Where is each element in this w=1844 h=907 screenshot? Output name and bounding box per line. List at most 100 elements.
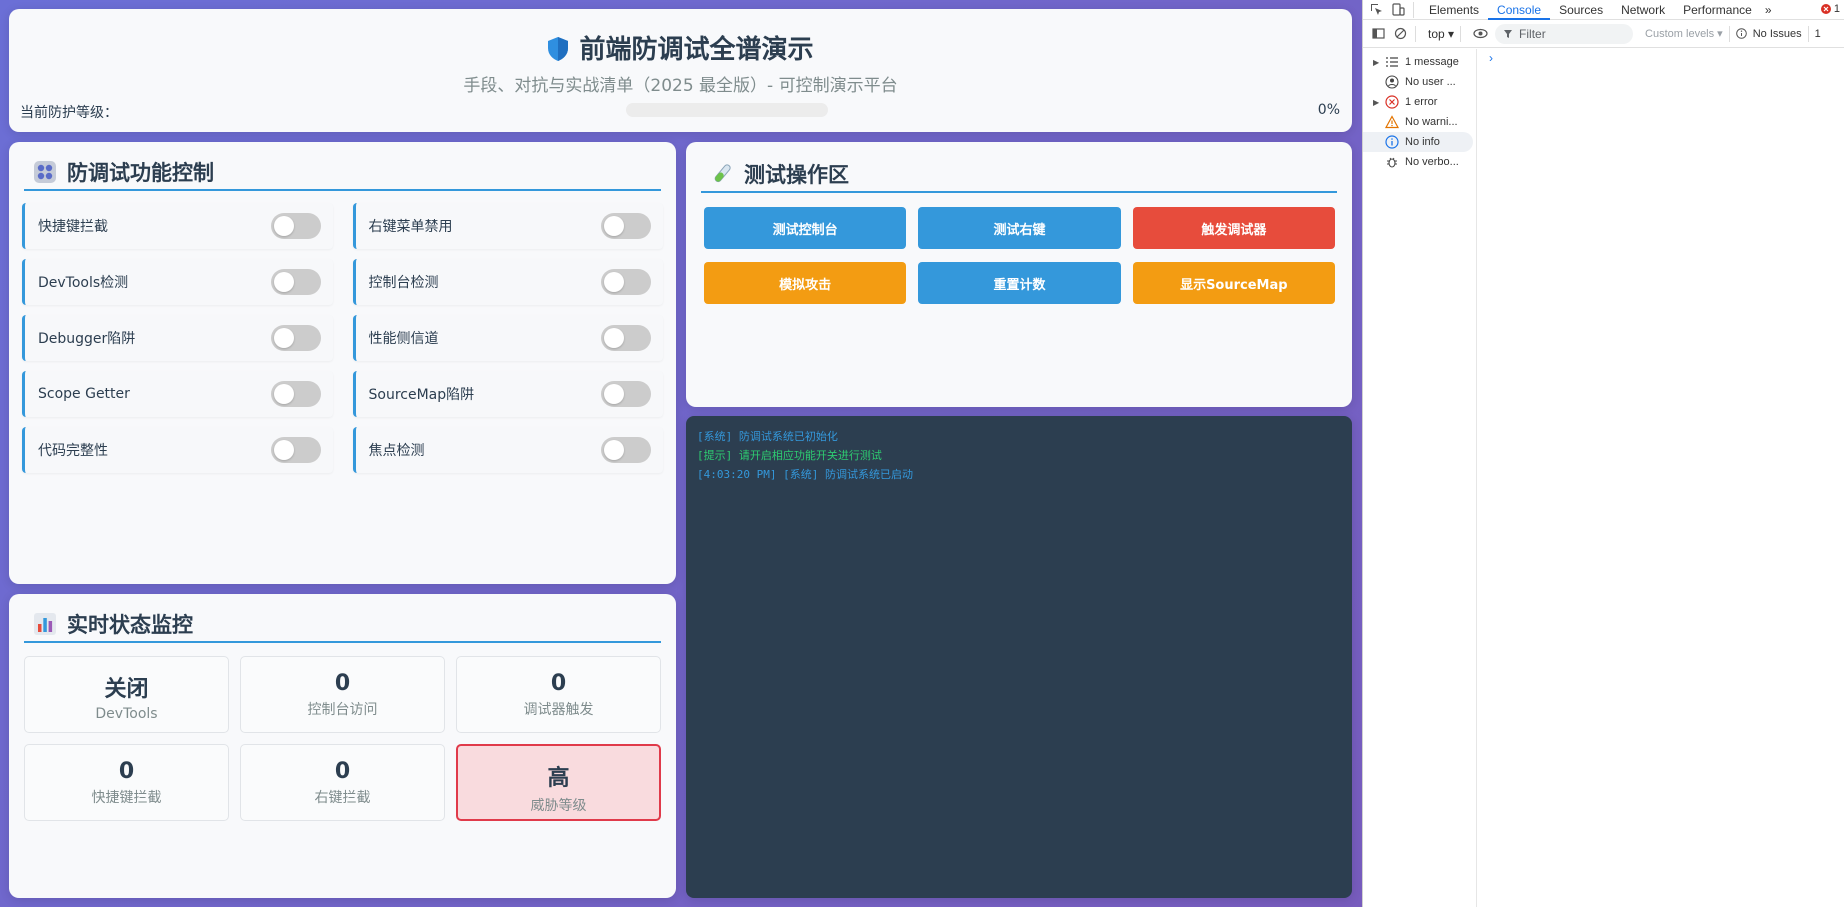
sidebar-item-label: 1 message bbox=[1405, 56, 1459, 68]
code-integrity-switch[interactable] bbox=[270, 437, 321, 463]
monitor-card: 实时状态监控 关闭 DevTools 0 控制台访问 0 调试器触发 0 快捷键拦截 0… bbox=[9, 594, 676, 898]
filter-placeholder: Filter bbox=[1519, 26, 1546, 41]
sidebar-item-label: 1 error bbox=[1405, 96, 1438, 108]
trigger-debugger-button[interactable]: 触发调试器 bbox=[1132, 207, 1335, 249]
stat-debugger-triggers: 0 调试器触发 bbox=[456, 656, 661, 733]
sidebar-item-user-messages[interactable]: No user ... bbox=[1363, 72, 1476, 92]
sidebar-item-label: No warni... bbox=[1405, 116, 1458, 128]
test-console-button[interactable]: 测试控制台 bbox=[704, 207, 907, 249]
toggle-contextmenu-block: 右键菜单禁用 bbox=[352, 203, 663, 249]
toggle-label: DevTools检测 bbox=[38, 275, 129, 291]
toggle-grid: 快捷键拦截 右键菜单禁用 DevTools检测 控制台检测 Debugger陷阱… bbox=[22, 203, 663, 473]
sidebar-toggle-icon[interactable] bbox=[1369, 25, 1387, 43]
log-line: [系统] 防调试系统已初始化 bbox=[697, 430, 838, 443]
more-tabs-button[interactable]: » bbox=[1761, 0, 1776, 20]
error-count: 1 bbox=[1833, 3, 1840, 15]
toggle-code-integrity: 代码完整性 bbox=[22, 427, 333, 473]
issues-indicator[interactable]: No Issues bbox=[1753, 28, 1802, 40]
toggle-label: 右键菜单禁用 bbox=[368, 219, 453, 235]
sourcemap-trap-switch[interactable] bbox=[601, 381, 651, 407]
user-icon bbox=[1385, 75, 1399, 89]
info-circle-icon bbox=[1735, 28, 1747, 39]
stat-rightclick-blocks: 0 右键拦截 bbox=[240, 744, 445, 821]
toggle-label: 快捷键拦截 bbox=[38, 219, 108, 235]
toggle-label: 焦点检测 bbox=[368, 443, 425, 459]
toggle-devtools-detect: DevTools检测 bbox=[22, 259, 333, 305]
app-page: 前端防调试全谱演示 手段、对抗与实战清单（2025 最全版）- 可控制演示平台 … bbox=[0, 0, 1362, 907]
bar-chart-icon bbox=[34, 613, 56, 635]
title-row: 前端防调试全谱演示 bbox=[9, 29, 1352, 66]
control-knobs-icon bbox=[34, 161, 56, 183]
log-levels-dropdown[interactable]: Custom levels ▾ bbox=[1645, 27, 1723, 40]
tab-sources[interactable]: Sources bbox=[1550, 0, 1612, 20]
monitor-title: 实时状态监控 bbox=[67, 613, 193, 637]
console-detect-switch[interactable] bbox=[601, 269, 651, 295]
expand-arrow-icon: ▶ bbox=[1373, 57, 1380, 67]
test-rightclick-button[interactable]: 测试右键 bbox=[918, 207, 1121, 249]
tab-network[interactable]: Network bbox=[1612, 0, 1674, 20]
debugger-trap-switch[interactable] bbox=[270, 325, 321, 351]
sidebar-item-label: No info bbox=[1405, 136, 1440, 148]
header-card: 前端防调试全谱演示 手段、对抗与实战清单（2025 最全版）- 可控制演示平台 … bbox=[9, 9, 1352, 132]
protection-level-value: 0% bbox=[1317, 102, 1340, 118]
stat-label: 控制台访问 bbox=[307, 702, 378, 718]
expand-arrow-icon: ▶ bbox=[1373, 97, 1380, 107]
shield-icon bbox=[548, 37, 569, 61]
test-ops-card: 测试操作区 测试控制台 测试右键 触发调试器 模拟攻击 重置计数 显示Sourc… bbox=[686, 142, 1352, 407]
sidebar-item-info[interactable]: No info bbox=[1363, 132, 1473, 152]
stat-label: DevTools bbox=[95, 706, 158, 722]
devtools-detect-switch[interactable] bbox=[270, 269, 321, 295]
toggle-sourcemap-trap: SourceMap陷阱 bbox=[352, 371, 663, 417]
filter-icon bbox=[1504, 29, 1513, 38]
sidebar-item-verbose[interactable]: No verbo... bbox=[1363, 152, 1476, 172]
tab-performance[interactable]: Performance bbox=[1674, 0, 1761, 20]
scope-getter-switch[interactable] bbox=[270, 381, 321, 407]
sidebar-item-label: No verbo... bbox=[1405, 156, 1459, 168]
issues-count-truncated: 1 bbox=[1814, 27, 1821, 40]
show-sourcemap-button[interactable]: 显示SourceMap bbox=[1132, 262, 1335, 304]
sidebar-item-warnings[interactable]: No warni... bbox=[1363, 112, 1476, 132]
devtools-tab-bar: Elements Console Sources Network Perform… bbox=[1363, 0, 1844, 20]
toggle-label: 代码完整性 bbox=[38, 443, 108, 459]
simulate-attack-button[interactable]: 模拟攻击 bbox=[704, 262, 907, 304]
toggle-label: Scope Getter bbox=[38, 386, 130, 402]
focus-detect-switch[interactable] bbox=[601, 437, 651, 463]
hotkey-block-switch[interactable] bbox=[270, 213, 321, 239]
error-icon bbox=[1385, 95, 1399, 109]
sidebar-item-label: No user ... bbox=[1405, 76, 1456, 88]
tab-elements[interactable]: Elements bbox=[1420, 0, 1488, 20]
stat-value: 关闭 bbox=[104, 677, 149, 702]
eye-icon[interactable] bbox=[1471, 25, 1489, 43]
error-icon bbox=[1820, 4, 1831, 14]
toggle-label: Debugger陷阱 bbox=[38, 331, 136, 347]
reset-counts-button[interactable]: 重置计数 bbox=[918, 262, 1121, 304]
stat-hotkey-blocks: 0 快捷键拦截 bbox=[24, 744, 229, 821]
controls-card: 防调试功能控制 快捷键拦截 右键菜单禁用 DevTools检测 控制台检测 De… bbox=[9, 142, 676, 584]
sidebar-item-messages[interactable]: ▶ 1 message bbox=[1363, 52, 1476, 72]
ops-title: 测试操作区 bbox=[744, 163, 849, 187]
clear-console-icon[interactable] bbox=[1391, 25, 1409, 43]
toggle-perf-sidechannel: 性能侧信道 bbox=[352, 315, 663, 361]
toggle-focus-detect: 焦点检测 bbox=[352, 427, 663, 473]
console-prompt[interactable]: › bbox=[1489, 51, 1493, 65]
page-subtitle: 手段、对抗与实战清单（2025 最全版）- 可控制演示平台 bbox=[463, 76, 898, 96]
device-toolbar-icon[interactable] bbox=[1389, 1, 1407, 19]
stat-value: 0 bbox=[334, 671, 351, 696]
tab-console[interactable]: Console bbox=[1488, 0, 1551, 20]
stat-console-access: 0 控制台访问 bbox=[240, 656, 445, 733]
error-count-badge[interactable]: 1 bbox=[1820, 3, 1840, 15]
console-filter-input[interactable]: Filter bbox=[1495, 23, 1634, 44]
protection-level-bar bbox=[626, 103, 828, 117]
stat-label: 调试器触发 bbox=[523, 702, 594, 718]
context-selector[interactable]: top ▾ bbox=[1428, 27, 1454, 41]
stat-value: 0 bbox=[334, 759, 351, 784]
stat-threat-level: 高威胁等级 bbox=[456, 744, 661, 821]
page-title: 前端防调试全谱演示 bbox=[579, 35, 814, 65]
inspect-element-icon[interactable] bbox=[1367, 1, 1385, 19]
perf-sidechannel-switch[interactable] bbox=[601, 325, 651, 351]
bug-icon bbox=[1387, 157, 1397, 168]
contextmenu-block-switch[interactable] bbox=[601, 213, 651, 239]
console-toolbar: top ▾ Filter Custom levels ▾ No Issues 1 bbox=[1363, 20, 1844, 48]
sidebar-item-errors[interactable]: ▶ 1 error bbox=[1363, 92, 1476, 112]
ops-section-title: 测试操作区 bbox=[701, 157, 1337, 193]
